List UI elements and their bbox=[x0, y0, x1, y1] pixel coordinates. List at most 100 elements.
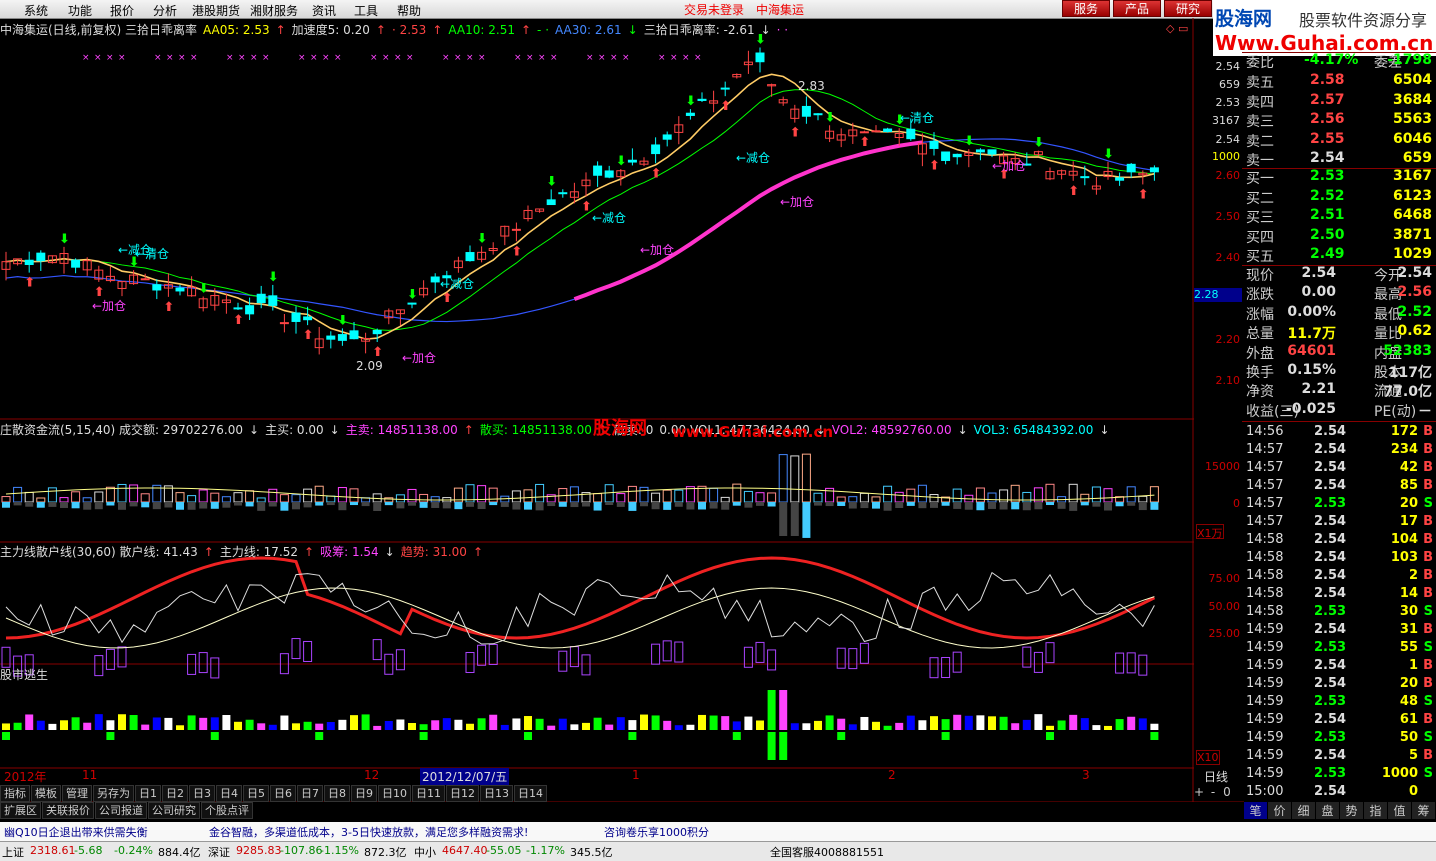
formula-tab[interactable]: 日2 bbox=[162, 785, 188, 802]
formula-tab[interactable]: 日12 bbox=[446, 785, 479, 802]
quote-row: 外盘 64601 内盘 52383 bbox=[1244, 343, 1436, 362]
menu-item[interactable]: 资讯 bbox=[312, 2, 336, 19]
tick-price: 2.54 bbox=[1314, 568, 1347, 583]
tick-row: 14:58 2.53 30 S bbox=[1244, 604, 1436, 622]
svg-text:⬆: ⬆ bbox=[511, 244, 522, 259]
quote-row: 涨跌 0.00 最高 2.56 bbox=[1244, 284, 1436, 303]
detail-tab[interactable]: 值 bbox=[1388, 802, 1411, 819]
zoom-button[interactable]: - bbox=[1206, 785, 1220, 799]
quote-label: 委比 bbox=[1246, 55, 1274, 71]
axis-tick-label: 50.00 bbox=[1208, 600, 1241, 613]
tick-side: B bbox=[1423, 712, 1433, 727]
formula-tab[interactable]: 日8 bbox=[324, 785, 350, 802]
tick-side: S bbox=[1423, 766, 1433, 781]
tick-volume: 50 bbox=[1399, 730, 1418, 745]
info-tab[interactable]: 扩展区 bbox=[0, 802, 41, 819]
svg-text:⬆: ⬆ bbox=[303, 328, 314, 343]
menu-item[interactable]: 功能 bbox=[68, 2, 92, 19]
menu-item[interactable]: 工具 bbox=[354, 2, 378, 19]
tick-row: 14:57 2.54 234 B bbox=[1244, 442, 1436, 460]
quote-volume: 52383 bbox=[1383, 342, 1432, 359]
info-tab[interactable]: 个股点评 bbox=[201, 802, 253, 819]
detail-tab[interactable]: 价 bbox=[1268, 802, 1291, 819]
news-item[interactable]: 咨询卷乐享1000积分 bbox=[604, 824, 709, 840]
time-tick: 2 bbox=[888, 768, 896, 782]
time-tick: 1 bbox=[632, 768, 640, 782]
formula-tab[interactable]: 日3 bbox=[189, 785, 215, 802]
tick-side: B bbox=[1423, 478, 1433, 493]
tick-price: 2.54 bbox=[1314, 658, 1347, 673]
formula-tab[interactable]: 日13 bbox=[480, 785, 513, 802]
tick-volume: 17 bbox=[1399, 514, 1418, 529]
tick-row: 14:59 2.53 1000 S bbox=[1244, 766, 1436, 784]
news-item[interactable]: 幽Q10日企退出带来供需失衡 bbox=[4, 824, 148, 840]
tick-time: 14:57 bbox=[1246, 460, 1284, 475]
info-tab[interactable]: 关联报价 bbox=[42, 802, 94, 819]
news-item[interactable]: 金谷智融，多渠道低成本，3-5日快速放款，满足您多样融资需求! bbox=[209, 824, 528, 840]
formula-tab[interactable]: 日1 bbox=[135, 785, 161, 802]
menu-item[interactable]: 分析 bbox=[153, 2, 177, 19]
svg-text:×: × bbox=[658, 53, 666, 63]
menu-item[interactable]: 帮助 bbox=[397, 2, 421, 19]
tick-volume: 1000 bbox=[1381, 766, 1418, 781]
menu-item[interactable]: 系统 bbox=[24, 2, 48, 19]
quote-volume: 2.54 bbox=[1397, 265, 1432, 281]
header-value: ↑ bbox=[304, 545, 315, 559]
svg-text:×: × bbox=[586, 53, 594, 63]
axis-tick-label: 2.40 bbox=[1215, 251, 1241, 264]
formula-tab[interactable]: 日9 bbox=[351, 785, 377, 802]
detail-tab[interactable]: 势 bbox=[1340, 802, 1363, 819]
tick-time: 14:57 bbox=[1246, 496, 1284, 511]
info-tab[interactable]: 公司报道 bbox=[95, 802, 147, 819]
zoom-button[interactable]: + bbox=[1192, 785, 1206, 799]
info-tab[interactable]: 公司研究 bbox=[148, 802, 200, 819]
top-link[interactable]: 交易未登录 bbox=[684, 1, 744, 18]
detail-tab[interactable]: 盘 bbox=[1316, 802, 1339, 819]
tick-volume: 20 bbox=[1399, 496, 1418, 511]
detail-tab[interactable]: 笔 bbox=[1244, 802, 1267, 819]
formula-tab[interactable]: 日10 bbox=[378, 785, 411, 802]
top-button[interactable]: 产品 bbox=[1113, 0, 1161, 17]
tick-row: 14:59 2.54 20 B bbox=[1244, 676, 1436, 694]
signal-labels: ←减仓←清仓←加仓←减仓←加仓←减仓←加仓←减仓←加仓←清仓←加仓2.832.0… bbox=[92, 79, 1026, 373]
period-label[interactable]: 日线 bbox=[1204, 768, 1228, 785]
tick-row: 14:59 2.54 5 B bbox=[1244, 748, 1436, 766]
formula-tab[interactable]: 另存为 bbox=[93, 785, 134, 802]
quote-row: 总量 11.7万 量比 0.62 bbox=[1244, 323, 1436, 342]
formula-tab[interactable]: 日4 bbox=[216, 785, 242, 802]
formula-tab[interactable]: 日6 bbox=[270, 785, 296, 802]
depth-axis-label: 659 bbox=[1219, 78, 1240, 91]
detail-tab[interactable]: 筹 bbox=[1412, 802, 1435, 819]
svg-text:2.83: 2.83 bbox=[798, 79, 825, 93]
quote-label: 买三 bbox=[1246, 210, 1274, 227]
formula-tab[interactable]: 日14 bbox=[514, 785, 547, 802]
svg-text:×: × bbox=[382, 53, 390, 63]
top-button[interactable]: 服务 bbox=[1062, 0, 1110, 17]
menu-item[interactable]: 湘财服务 bbox=[250, 2, 298, 19]
stock-chart[interactable]: × × × × × × × × × × × × × × × × × × × × × × × × × × × × × × × × × × × × ⬆ ⬇ ⬆ ⬇… bbox=[0, 18, 1244, 802]
formula-tab[interactable]: 日5 bbox=[243, 785, 269, 802]
quote-label: 外盘 bbox=[1246, 345, 1274, 362]
axis-tick-label: 2.50 bbox=[1215, 210, 1241, 223]
detail-tab[interactable]: 细 bbox=[1292, 802, 1315, 819]
header-value: 庄散资金流(5,15,40) 成交额: 29702276.00 bbox=[0, 423, 244, 437]
tick-time: 14:59 bbox=[1246, 622, 1284, 637]
zoom-button[interactable]: 0 bbox=[1220, 785, 1234, 799]
formula-tab[interactable]: 日11 bbox=[412, 785, 445, 802]
menu-item[interactable]: 报价 bbox=[110, 2, 134, 19]
top-button[interactable]: 研究 bbox=[1164, 0, 1212, 17]
detail-tab[interactable]: 指 bbox=[1364, 802, 1387, 819]
menu-item[interactable]: 港股期货 bbox=[192, 2, 240, 19]
time-tick: 2012/12/07/五 bbox=[420, 768, 510, 785]
quote-price: 2.57 bbox=[1310, 91, 1345, 108]
formula-tab[interactable]: 模板 bbox=[31, 785, 61, 802]
tick-time: 15:00 bbox=[1246, 784, 1284, 799]
formula-tab[interactable]: 管理 bbox=[62, 785, 92, 802]
tick-volume: 55 bbox=[1399, 640, 1418, 655]
top-link[interactable]: 中海集运 bbox=[756, 1, 804, 18]
formula-tab[interactable]: 日7 bbox=[297, 785, 323, 802]
tick-time: 14:58 bbox=[1246, 604, 1284, 619]
svg-text:⬆: ⬆ bbox=[372, 345, 383, 360]
svg-text:⬆: ⬆ bbox=[442, 291, 453, 306]
formula-tab[interactable]: 指标 bbox=[0, 785, 30, 802]
